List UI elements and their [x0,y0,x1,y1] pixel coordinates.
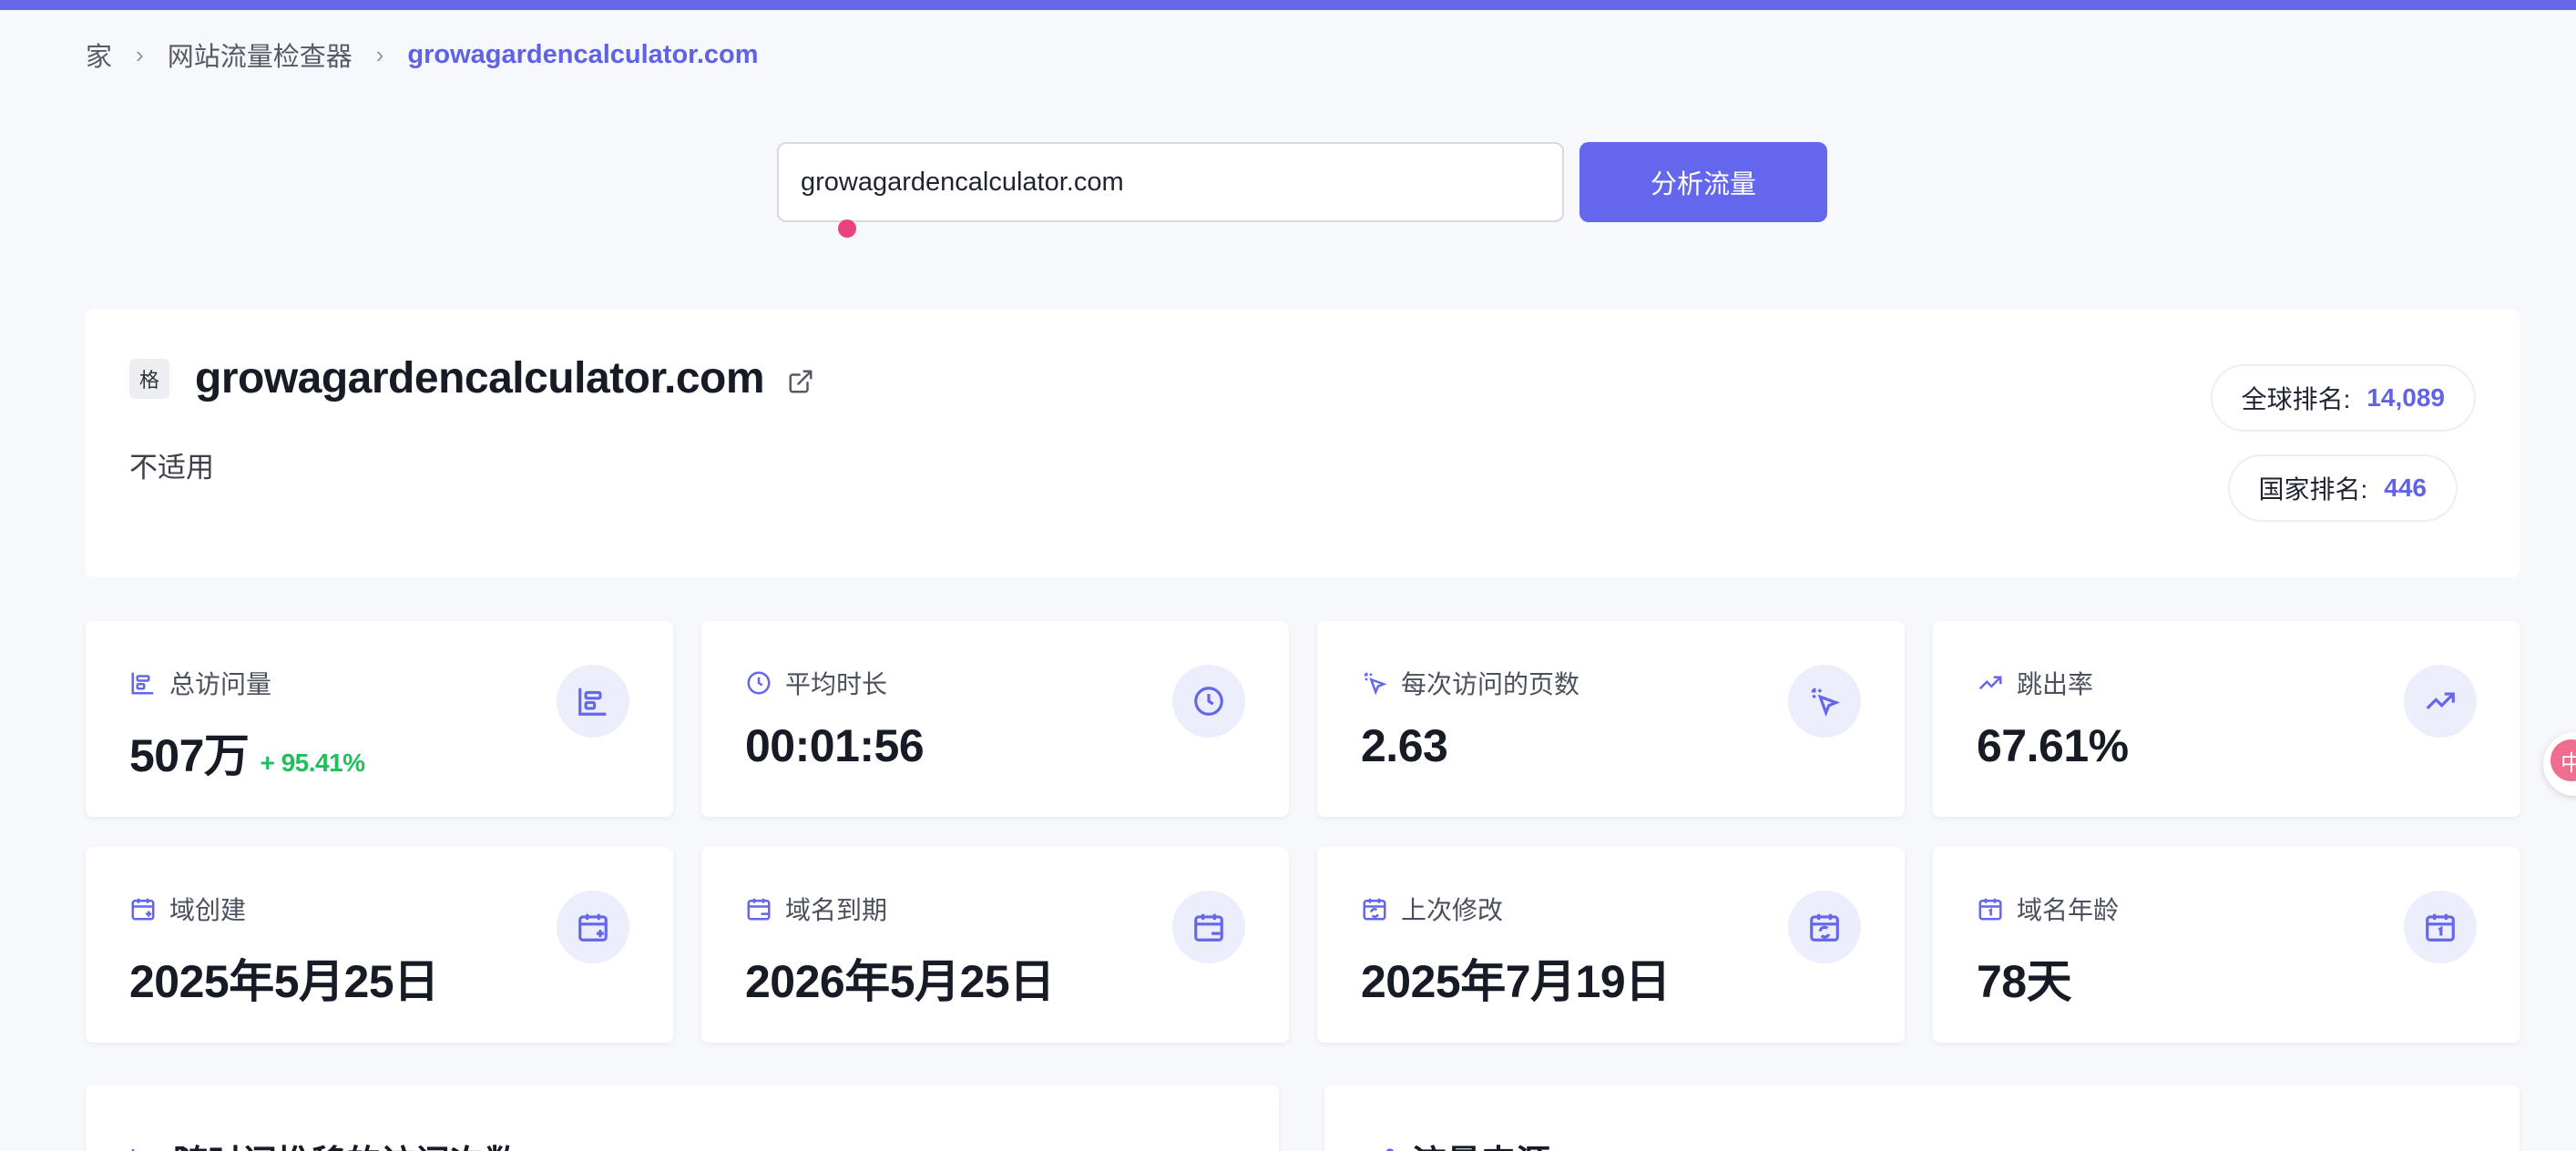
global-rank-value: 14,089 [2366,383,2445,412]
traffic-sources-card: 流量来源 [1324,1085,2520,1151]
stat-card-domain-age: 域名年龄 78天 [1933,847,2520,1043]
calendar-minus-icon [747,898,771,921]
site-favicon: 格 [129,359,169,399]
breadcrumb-current: growagardencalculator.com [407,39,759,69]
stat-label: 每次访问的页数 [1401,670,1580,698]
country-rank-badge: 国家排名: 446 [2227,454,2458,522]
stat-card-pages-per-visit: 每次访问的页数 2.63 [1317,621,1905,817]
stat-value: 67.61% [1977,720,2129,771]
stat-value: 78天 [1977,956,2072,1007]
domain-search-value: growagardencalculator.com [801,167,1124,197]
site-overview-card: 格 growagardencalculator.com 不适用 全球排名: 14… [86,310,2520,577]
stat-value: 507万 [129,730,250,781]
stat-label: 总访问量 [169,670,272,698]
country-rank-label: 国家排名: [2258,475,2368,504]
floating-badge-label: 中 [2550,739,2576,781]
stat-label: 跳出率 [2017,670,2094,698]
bar-chart-icon [131,672,154,695]
line-chart-icon [131,1148,135,1151]
section-title: 随时间推移的访问次数 [173,1135,519,1151]
calendar-plus-icon [131,898,155,921]
share-icon [1385,1147,1395,1151]
click-pointer-icon [1364,672,1387,696]
country-rank-value: 446 [2384,474,2427,502]
stat-card-total-visits: 总访问量 507万 + 95.41% [86,621,673,817]
site-title: growagardencalculator.com [195,354,765,402]
stat-value: 00:01:56 [745,720,925,771]
breadcrumb-tool[interactable]: 网站流量检查器 [168,36,353,74]
mouse-cursor-indicator [838,219,856,238]
calendar-sync-icon [1363,898,1386,921]
trending-up-icon [1978,676,2002,690]
global-rank-badge: 全球排名: 14,089 [2210,364,2476,432]
stat-card-domain-expiry: 域名到期 2026年5月25日 [701,847,1289,1043]
stat-value: 2.63 [1361,720,1448,771]
calendar-day-icon [1978,898,2002,921]
trending-up-icon [2426,692,2455,710]
clock-icon [1194,687,1223,716]
chevron-right-icon: › [136,40,144,68]
top-accent-bar [0,0,2576,10]
stat-value: 2025年5月25日 [129,956,439,1007]
stat-label: 域名年龄 [2017,896,2120,924]
stat-card-domain-created: 域创建 2025年5月25日 [86,847,673,1043]
visits-trend-card: 随时间推移的访问次数 [86,1085,1279,1151]
stat-card-bounce-rate: 跳出率 67.61% [1933,621,2520,817]
global-rank-label: 全球排名: [2241,385,2351,413]
stat-label: 平均时长 [785,670,888,698]
stat-card-avg-duration: 平均时长 00:01:56 [701,621,1289,817]
clock-icon [747,671,771,695]
stat-label: 域名到期 [785,896,888,924]
domain-search-input[interactable]: growagardencalculator.com [777,142,1564,222]
bar-chart-icon [578,688,607,716]
external-link-icon[interactable] [787,368,814,395]
breadcrumb-home[interactable]: 家 [86,36,112,74]
breadcrumb: 家 › 网站流量检查器 › growagardencalculator.com [86,35,759,75]
calendar-day-icon [2426,913,2455,942]
stat-change: + 95.41% [260,749,365,777]
stat-label: 上次修改 [1401,896,1504,924]
analyze-traffic-button[interactable]: 分析流量 [1579,142,1827,222]
stat-value: 2025年7月19日 [1361,956,1671,1007]
chevron-right-icon: › [375,40,384,68]
calendar-minus-icon [1194,913,1223,942]
stat-label: 域创建 [169,896,247,924]
floating-assistant-button[interactable]: 中 [2543,732,2576,796]
calendar-plus-icon [578,913,608,942]
stat-value: 2026年5月25日 [745,956,1055,1007]
calendar-sync-icon [1810,913,1839,942]
section-title: 流量来源 [1412,1135,1550,1151]
site-description: 不适用 [129,452,214,484]
click-pointer-icon [1811,688,1841,718]
stat-card-last-modified: 上次修改 2025年7月19日 [1317,847,1905,1043]
